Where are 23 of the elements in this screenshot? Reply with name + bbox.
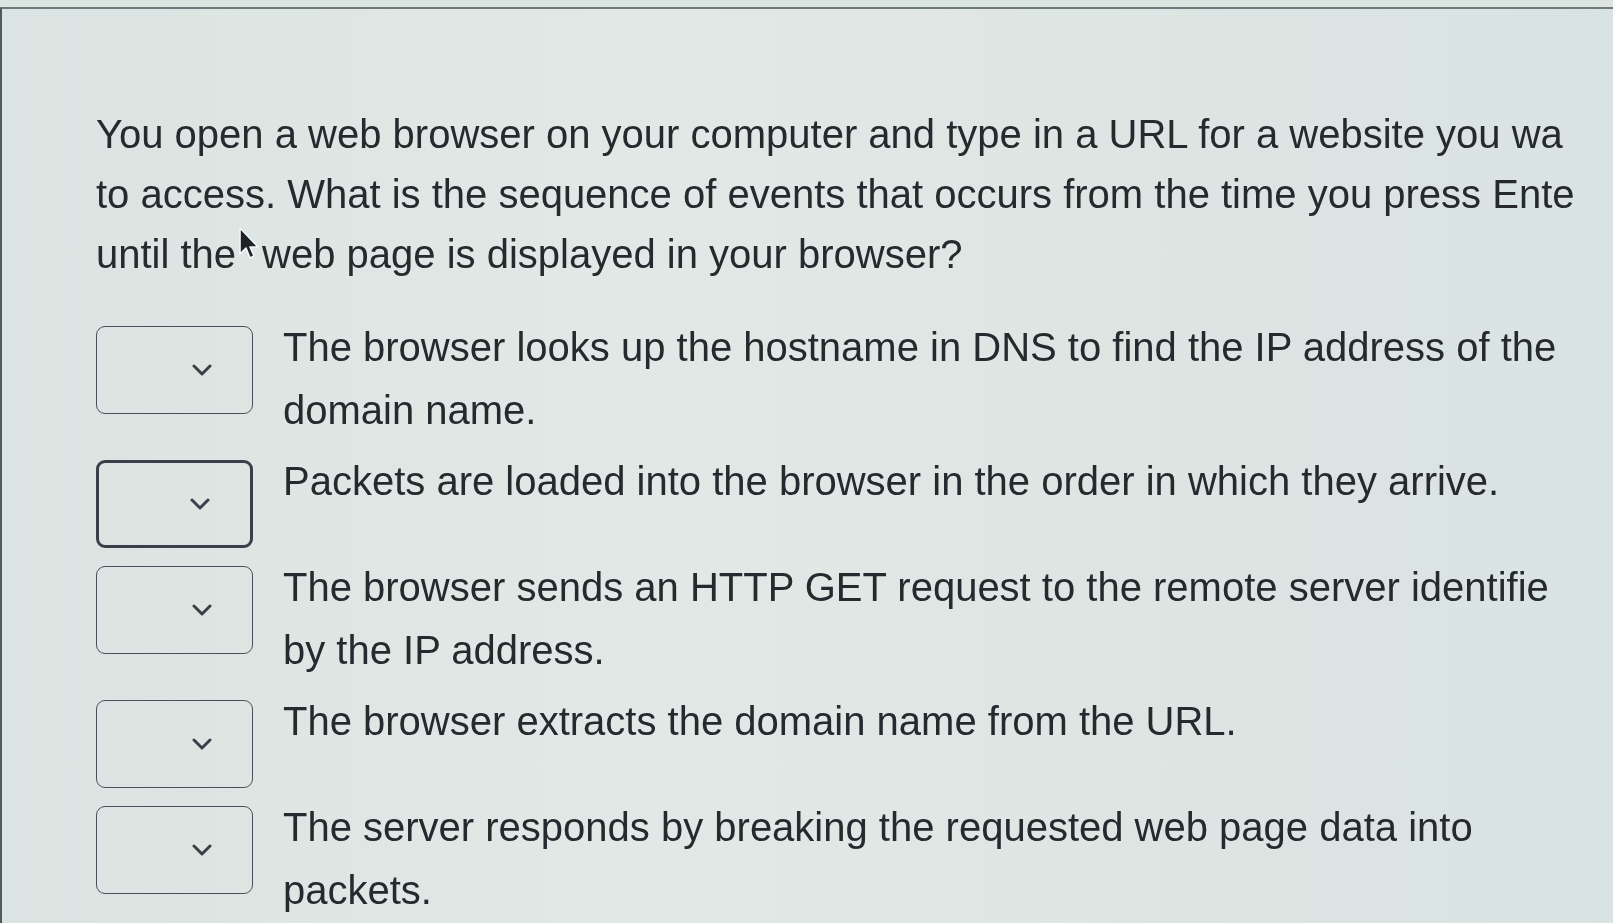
answer-text: by the IP address. xyxy=(283,627,605,674)
order-dropdown[interactable] xyxy=(96,806,253,894)
chevron-down-icon xyxy=(192,604,212,616)
chevron-down-icon xyxy=(192,844,212,856)
chevron-down-icon xyxy=(190,498,210,510)
order-dropdown[interactable] xyxy=(96,566,253,654)
answer-text: domain name. xyxy=(283,387,537,434)
order-dropdown[interactable] xyxy=(96,326,253,414)
chevron-down-icon xyxy=(192,738,212,750)
order-dropdown[interactable] xyxy=(96,700,253,788)
question-text: until the xyxy=(96,231,237,278)
answer-text: packets. xyxy=(283,867,432,914)
answer-text: The browser sends an HTTP GET request to the remote server identifie xyxy=(283,564,1549,611)
question-text: web page is displayed in your browser? xyxy=(262,231,963,278)
mouse-pointer-icon xyxy=(238,226,261,260)
question-text: You open a web browser on your computer and type in a URL for a website you wa xyxy=(96,111,1563,158)
order-dropdown[interactable] xyxy=(96,460,253,548)
question-text: to access. What is the sequence of events that occurs from the time you press Ente xyxy=(96,171,1575,218)
answer-text: Packets are loaded into the browser in the order in which they arrive. xyxy=(283,458,1500,505)
chevron-down-icon xyxy=(192,364,212,376)
answer-text: The browser extracts the domain name from the URL. xyxy=(283,698,1237,745)
answer-text: The server responds by breaking the requested web page data into xyxy=(283,804,1473,851)
answer-text: The browser looks up the hostname in DNS to find the IP address of the xyxy=(283,324,1557,371)
